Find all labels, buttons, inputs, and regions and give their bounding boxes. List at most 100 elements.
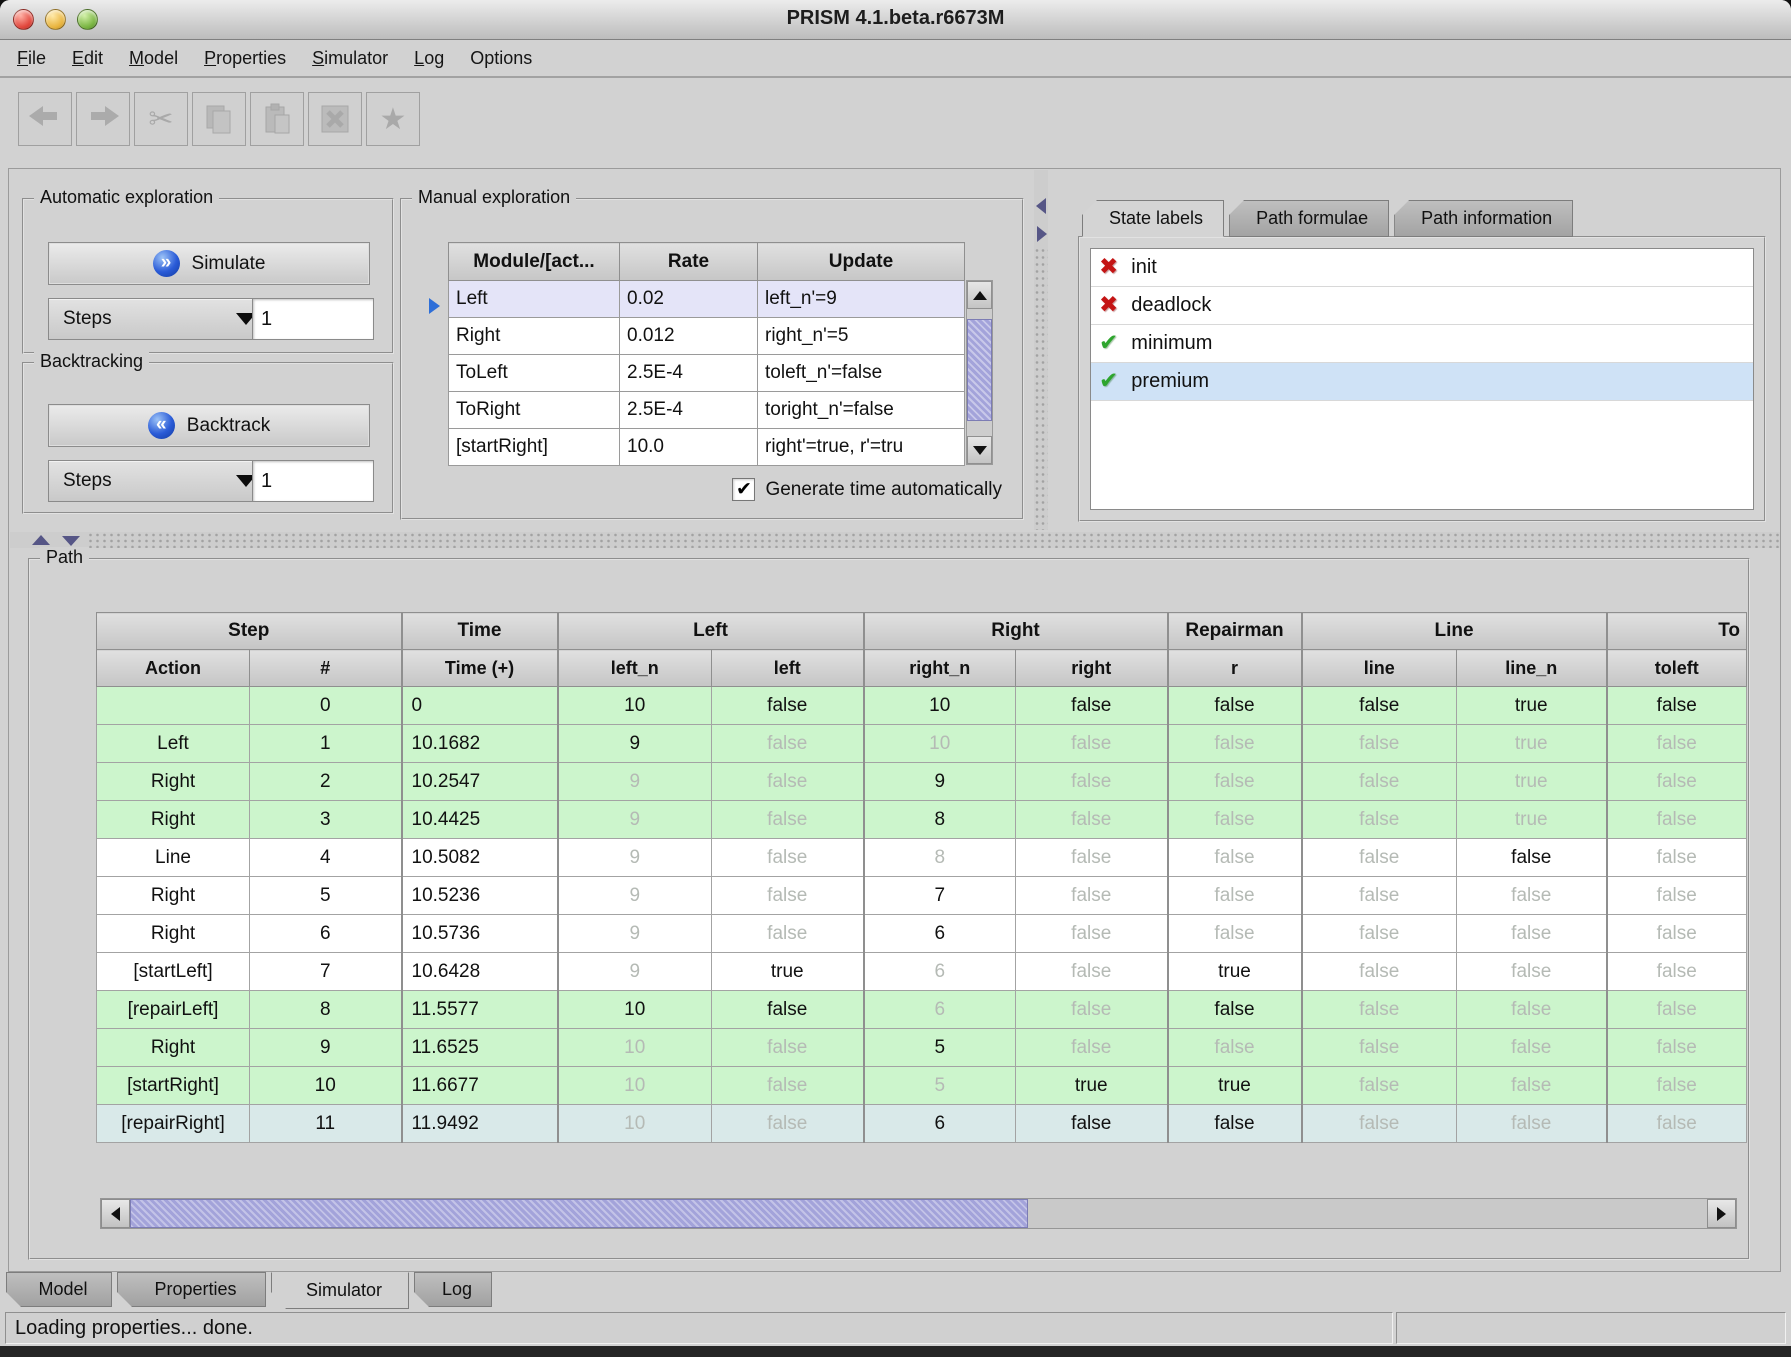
simulate-button[interactable]: » Simulate [48,242,370,285]
paste-button[interactable] [250,92,304,146]
path-column-header[interactable]: line [1302,650,1457,687]
menu-item-file[interactable]: File [4,44,59,73]
scroll-down-icon[interactable] [967,436,992,464]
backtrack-steps-input[interactable]: 1 [252,460,374,502]
backtrack-button[interactable]: « Backtrack [48,404,370,447]
path-step-row[interactable]: Right911.652510false5falsefalsefalsefals… [97,1029,1747,1067]
main-tab-properties[interactable]: Properties [117,1272,266,1307]
scroll-right-icon[interactable] [1707,1199,1736,1228]
scrollbar-thumb[interactable] [130,1199,1028,1228]
transition-row[interactable]: Right0.012right_n'=5 [449,318,965,355]
path-column-header[interactable]: Action [97,650,250,687]
path-cell: 11.9492 [402,1105,558,1143]
undo-button[interactable] [18,92,72,146]
path-column-header[interactable]: right [1016,650,1168,687]
path-horizontal-scrollbar[interactable] [100,1198,1737,1229]
cross-icon: ✖ [1099,294,1118,317]
path-step-row[interactable]: Right210.25479false9falsefalsefalsetruef… [97,763,1747,801]
collapse-left-icon[interactable] [1036,198,1046,214]
path-step-row[interactable]: Right510.52369false7falsefalsefalsefalse… [97,877,1747,915]
path-cell: false [1016,1029,1168,1067]
transition-row[interactable]: Left0.02left_n'=9 [449,281,965,318]
simulate-steps-input[interactable]: 1 [252,298,374,340]
state-label-item[interactable]: ✔premium [1091,363,1753,401]
path-column-header[interactable]: left [712,650,864,687]
transition-row[interactable]: ToRight2.5E-4toright_n'=false [449,392,965,429]
state-labels-list: ✖init✖deadlock✔minimum✔premium [1090,248,1754,510]
path-cell: false [1168,687,1302,725]
manual-table-scrollbar[interactable] [966,280,993,465]
path-cell: false [1457,877,1607,915]
manual-table-header: Module/[act...RateUpdate [449,243,965,281]
state-label-item[interactable]: ✖init [1091,249,1753,287]
scrollbar-thumb[interactable] [967,319,992,421]
manual-column-header[interactable]: Rate [620,243,758,281]
path-step-row[interactable]: 0010false10falsefalsefalsetruefalse [97,687,1747,725]
scroll-left-icon[interactable] [101,1199,130,1228]
tab-state-labels[interactable]: State labels [1082,200,1224,237]
manual-column-header[interactable]: Module/[act... [449,243,620,281]
path-cell: 9 [558,953,712,991]
path-group-header: To [1607,613,1747,650]
menu-item-options[interactable]: Options [457,44,545,73]
menu-item-simulator[interactable]: Simulator [299,44,401,73]
path-cell: 9 [250,1029,402,1067]
path-column-header[interactable]: r [1168,650,1302,687]
path-group-header: Repairman [1168,613,1302,650]
path-step-row[interactable]: Left110.16829false10falsefalsefalsetruef… [97,725,1747,763]
horizontal-splitter[interactable] [10,532,1780,548]
delete-button[interactable] [308,92,362,146]
path-cell: 10 [864,725,1016,763]
main-tab-log[interactable]: Log [414,1272,492,1307]
transition-cell: right'=true, r'=tru [758,429,965,466]
menu-item-properties[interactable]: Properties [191,44,299,73]
path-step-row[interactable]: [startRight]1011.667710false5truetruefal… [97,1067,1747,1105]
menu-item-log[interactable]: Log [401,44,457,73]
transition-row[interactable]: ToLeft2.5E-4toleft_n'=false [449,355,965,392]
path-step-row[interactable]: [repairRight]1111.949210false6falsefalse… [97,1105,1747,1143]
path-column-header[interactable]: left_n [558,650,712,687]
path-group-header: Time [402,613,558,650]
vertical-splitter[interactable] [1034,170,1048,530]
path-column-header[interactable]: toleft [1607,650,1747,687]
path-cell: 1 [250,725,402,763]
path-column-header[interactable]: right_n [864,650,1016,687]
copy-button[interactable] [192,92,246,146]
simulate-steps-combo[interactable]: Steps [48,298,270,340]
path-cell: true [1168,953,1302,991]
state-label-item[interactable]: ✖deadlock [1091,287,1753,325]
menu-item-edit[interactable]: Edit [59,44,116,73]
generate-time-checkbox[interactable]: ✔ [732,478,755,501]
state-label-item[interactable]: ✔minimum [1091,325,1753,363]
path-cell: 11 [250,1105,402,1143]
path-column-header[interactable]: # [250,650,402,687]
main-tab-model[interactable]: Model [6,1272,112,1307]
transition-row[interactable]: [startRight]10.0right'=true, r'=tru [449,429,965,466]
tab-path-formulae[interactable]: Path formulae [1229,200,1389,237]
path-cell: [repairRight] [97,1105,250,1143]
collapse-up-icon[interactable] [32,535,50,545]
path-step-row[interactable]: Right610.57369false6falsefalsefalsefalse… [97,915,1747,953]
cut-button[interactable]: ✂ [134,92,188,146]
collapse-down-icon[interactable] [62,536,80,546]
collapse-right-icon[interactable] [1037,226,1047,242]
path-cell: 9 [558,725,712,763]
path-column-header[interactable]: Time (+) [402,650,558,687]
path-cell: 5 [864,1067,1016,1105]
star-button[interactable]: ★ [366,92,420,146]
path-column-header[interactable]: line_n [1457,650,1607,687]
menu-item-model[interactable]: Model [116,44,191,73]
backtrack-steps-combo[interactable]: Steps [48,460,270,502]
path-cell: 10.4425 [402,801,558,839]
path-step-row[interactable]: Line410.50829false8falsefalsefalsefalsef… [97,839,1747,877]
main-tab-simulator[interactable]: Simulator [271,1272,409,1309]
tab-path-information[interactable]: Path information [1394,200,1573,237]
path-step-row[interactable]: Right310.44259false8falsefalsefalsetruef… [97,801,1747,839]
path-step-row[interactable]: [repairLeft]811.557710false6falsefalsefa… [97,991,1747,1029]
manual-exploration-group: Manual exploration Module/[act...RateUpd… [400,198,1024,520]
manual-column-header[interactable]: Update [758,243,965,281]
manual-exploration-table: Module/[act...RateUpdate Left0.02left_n'… [448,242,965,466]
path-step-row[interactable]: [startLeft]710.64289true6falsetruefalsef… [97,953,1747,991]
redo-button[interactable] [76,92,130,146]
scroll-up-icon[interactable] [967,281,992,309]
